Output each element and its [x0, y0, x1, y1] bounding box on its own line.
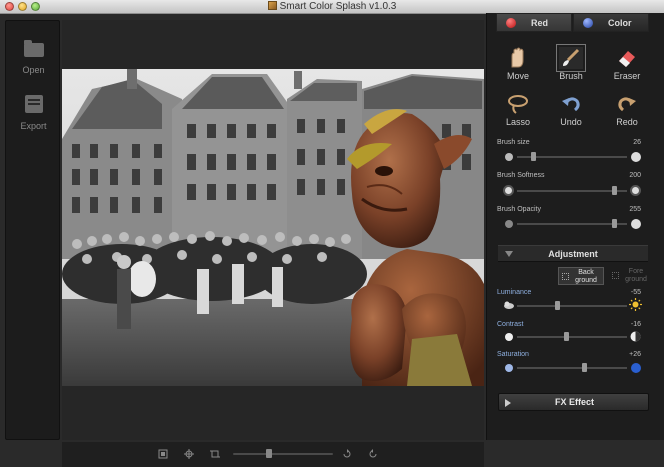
- background-toggle[interactable]: Back ground: [558, 267, 604, 285]
- foreground-label-1: Fore: [628, 268, 644, 275]
- brush-tool[interactable]: Brush: [543, 44, 599, 81]
- luminance-slider[interactable]: [517, 301, 627, 310]
- background-label-2: ground: [575, 277, 597, 284]
- contrast-min-icon: [505, 333, 513, 341]
- zoom-slider-knob[interactable]: [266, 449, 272, 458]
- app-icon: [267, 1, 277, 10]
- open-button[interactable]: Open: [6, 40, 61, 75]
- brush-opacity-value: 255: [629, 206, 641, 213]
- color-dot-icon: [583, 18, 593, 28]
- left-toolbar: Open Export: [5, 20, 60, 440]
- window-title: Smart Color Splash v1.0.3: [279, 1, 397, 12]
- lasso-tool[interactable]: Lasso: [490, 93, 546, 127]
- tab-red[interactable]: Red: [496, 13, 572, 32]
- fit-view-icon[interactable]: [158, 449, 168, 459]
- center-view-icon[interactable]: [184, 449, 194, 459]
- lasso-icon: [508, 95, 528, 114]
- saturation-max-icon: [631, 363, 641, 373]
- brush-softness-max-icon: [630, 185, 641, 196]
- contrast-thumb[interactable]: [564, 332, 569, 341]
- brush-size-max-icon: [631, 152, 641, 162]
- lasso-label: Lasso: [505, 117, 531, 127]
- undo-button[interactable]: Undo: [543, 93, 599, 127]
- foreground-select-icon: [612, 272, 619, 279]
- tab-red-label: Red: [531, 18, 549, 28]
- adjustment-header[interactable]: Adjustment: [498, 245, 648, 262]
- redo-button[interactable]: Redo: [599, 93, 655, 127]
- move-label: Move: [506, 71, 529, 81]
- contrast-icon: [630, 331, 641, 342]
- brush-label: Brush: [559, 71, 583, 81]
- luminance-value: -55: [630, 289, 641, 296]
- window-title-wrap: Smart Color Splash v1.0.3: [0, 1, 664, 13]
- cloud-icon: [504, 301, 514, 309]
- brush-size-label: Brush size: [497, 139, 530, 146]
- luminance-label: Luminance: [497, 289, 532, 296]
- tab-color-label: Color: [608, 18, 632, 28]
- brush-softness-value: 200: [629, 172, 641, 179]
- open-label: Open: [22, 65, 45, 75]
- photo-image: [62, 69, 484, 386]
- background-label-1: Back: [578, 269, 594, 276]
- brush-size-min-icon: [505, 153, 513, 161]
- brush-opacity-slider[interactable]: [517, 219, 627, 228]
- export-button[interactable]: Export: [6, 95, 61, 131]
- photo-canvas[interactable]: [62, 69, 484, 386]
- redo-label: Redo: [616, 117, 638, 127]
- contrast-label: Contrast: [497, 321, 524, 328]
- export-icon: [24, 95, 43, 113]
- brush-opacity-label: Brush Opacity: [497, 206, 541, 213]
- contrast-value: -16: [630, 321, 641, 328]
- zoom-slider[interactable]: [233, 449, 333, 458]
- export-label: Export: [20, 121, 47, 131]
- rotate-left-icon[interactable]: [342, 449, 352, 459]
- brush-softness-min-icon: [503, 185, 514, 196]
- contrast-slider[interactable]: [517, 332, 627, 341]
- move-tool[interactable]: Move: [490, 47, 546, 81]
- adjustment-title: Adjustment: [548, 249, 598, 259]
- saturation-value: +26: [629, 351, 641, 358]
- brush-softness-slider[interactable]: [517, 186, 627, 195]
- redo-icon: [618, 97, 636, 112]
- title-bar: Smart Color Splash v1.0.3: [0, 0, 664, 14]
- saturation-label: Saturation: [497, 351, 529, 358]
- red-dot-icon: [506, 18, 516, 28]
- luminance-thumb[interactable]: [555, 301, 560, 310]
- folder-icon: [23, 40, 44, 57]
- undo-icon: [562, 97, 580, 112]
- eraser-label: Eraser: [613, 71, 641, 81]
- undo-label: Undo: [560, 117, 582, 127]
- eraser-tool[interactable]: Eraser: [599, 47, 655, 81]
- foreground-label-2: ground: [625, 276, 647, 283]
- brush-opacity-thumb[interactable]: [612, 219, 617, 228]
- brush-size-value: 26: [633, 139, 641, 146]
- fx-effect-label: FX Effect: [554, 397, 594, 407]
- background-select-icon: [562, 273, 569, 280]
- brush-softness-label: Brush Softness: [497, 172, 545, 179]
- eraser-icon: [619, 51, 635, 67]
- bottom-toolbar: [62, 442, 484, 467]
- tab-color[interactable]: Color: [573, 13, 649, 32]
- brush-opacity-min-icon: [505, 220, 513, 228]
- saturation-slider[interactable]: [517, 363, 627, 372]
- fx-effect-button[interactable]: FX Effect: [498, 393, 649, 411]
- canvas-area: [62, 20, 484, 440]
- brush-size-thumb[interactable]: [531, 152, 536, 161]
- right-panel: Red Color Move Brush Eraser Lasso Undo R…: [486, 13, 664, 440]
- brush-icon: [556, 44, 586, 72]
- saturation-min-icon: [505, 364, 513, 372]
- brush-softness-thumb[interactable]: [612, 186, 617, 195]
- move-hand-icon: [511, 47, 524, 68]
- brush-opacity-max-icon: [631, 219, 641, 229]
- sun-icon: [629, 298, 642, 311]
- rotate-right-icon[interactable]: [368, 449, 378, 459]
- brush-size-slider[interactable]: [517, 152, 627, 161]
- saturation-thumb[interactable]: [582, 363, 587, 372]
- crop-icon[interactable]: [210, 449, 220, 459]
- foreground-toggle[interactable]: Fore ground: [609, 267, 653, 285]
